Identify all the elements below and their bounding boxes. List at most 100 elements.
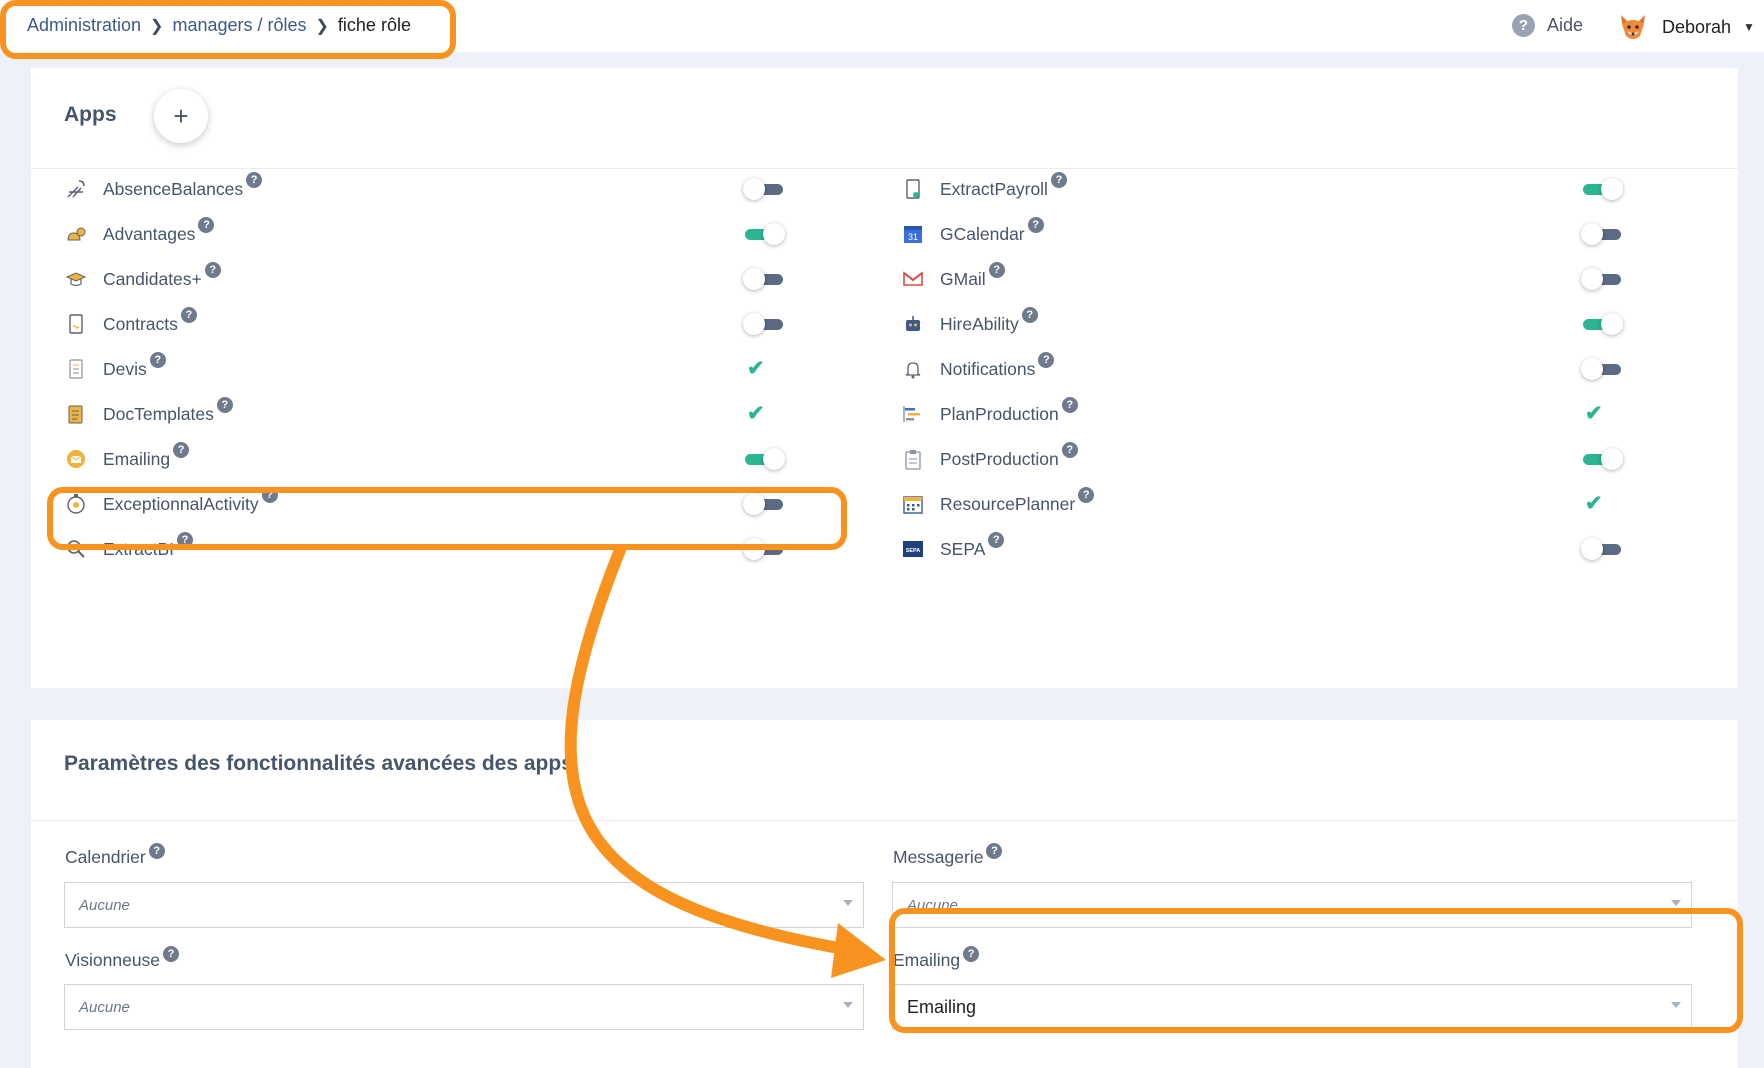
toggle-candidates[interactable] [743, 266, 785, 292]
app-name: PlanProduction [940, 403, 1059, 424]
messagerie-select[interactable]: Aucune [892, 882, 1692, 928]
app-name: DocTemplates [103, 403, 214, 424]
fox-avatar-icon [1621, 15, 1645, 39]
gmail-icon [902, 268, 924, 290]
help-icon[interactable]: ? [177, 532, 193, 548]
toggle-knob [1581, 223, 1603, 245]
help-link[interactable]: ? Aide [1512, 14, 1583, 37]
chevron-down-icon [1671, 1002, 1681, 1008]
top-bar: Administration ❯ managers / rôles ❯ fich… [0, 0, 1764, 52]
help-icon[interactable]: ? [1061, 397, 1078, 413]
payroll-document-icon [902, 178, 924, 200]
help-icon[interactable]: ? [963, 946, 980, 962]
app-row-absencebalances: AbsenceBalances? [65, 169, 263, 209]
help-icon[interactable]: ? [986, 843, 1003, 859]
app-name: AbsenceBalances [103, 178, 244, 199]
help-icon[interactable]: ? [246, 172, 263, 188]
stopwatch-icon [65, 493, 87, 515]
app-name: Contracts [103, 313, 178, 334]
toggle-sepa[interactable] [1581, 536, 1623, 562]
field-label-emailing: Emailing? [893, 946, 980, 971]
svg-text:SEPA: SEPA [906, 548, 921, 554]
toggle-knob [1581, 358, 1603, 380]
app-row-hireability: HireAbility? [902, 304, 1038, 344]
help-icon[interactable]: ? [261, 487, 278, 503]
help-icon[interactable]: ? [149, 352, 166, 368]
app-name: ExtractBI [103, 538, 174, 559]
app-name: Advantages [103, 223, 196, 244]
gantt-chart-icon [902, 403, 924, 425]
doc-templates-icon [65, 403, 87, 425]
app-settings-title: Paramètres des fonctionnalités avancées … [64, 752, 573, 775]
app-row-sepa: SEPA SEPA? [902, 529, 1005, 569]
sepa-logo-icon: SEPA [902, 538, 924, 560]
help-icon[interactable]: ? [1038, 352, 1055, 368]
app-row-planproduction: PlanProduction? [902, 394, 1078, 434]
app-row-doctemplates: DocTemplates? [65, 394, 233, 434]
toggle-hireability[interactable] [1581, 311, 1623, 337]
help-icon[interactable]: ? [1021, 307, 1038, 323]
app-row-advantages: Advantages? [65, 214, 215, 254]
quote-document-icon [65, 358, 87, 380]
app-settings-card: Paramètres des fonctionnalités avancées … [31, 720, 1738, 1068]
app-row-postproduction: PostProduction? [902, 439, 1078, 479]
toggle-notifications[interactable] [1581, 356, 1623, 382]
emailing-select[interactable]: Emailing [892, 984, 1692, 1030]
app-name: GCalendar [940, 223, 1025, 244]
select-value: Emailing [907, 996, 977, 1017]
toggle-knob [1601, 313, 1623, 335]
email-circle-icon [65, 448, 87, 470]
toggle-knob [763, 448, 785, 470]
breadcrumb-administration[interactable]: Administration [27, 15, 141, 36]
app-name: Candidates+ [103, 268, 202, 289]
google-calendar-icon: 31 [902, 223, 924, 245]
toggle-knob [743, 178, 765, 200]
toggle-contracts[interactable] [743, 311, 785, 337]
app-name: ExceptionnalActivity [103, 493, 259, 514]
toggle-knob [743, 493, 765, 515]
help-icon[interactable]: ? [1061, 442, 1078, 458]
toggle-knob [743, 313, 765, 335]
toggle-postproduction[interactable] [1581, 446, 1623, 472]
toggle-extractbi[interactable] [743, 536, 785, 562]
toggle-gcalendar[interactable] [1581, 221, 1623, 247]
help-icon: ? [1512, 14, 1535, 37]
help-icon[interactable]: ? [163, 946, 180, 962]
calendrier-select[interactable]: Aucune [64, 882, 864, 928]
help-icon[interactable]: ? [216, 397, 233, 413]
beach-chair-icon [65, 178, 87, 200]
toggle-gmail[interactable] [1581, 266, 1623, 292]
toggle-advantages[interactable] [743, 221, 785, 247]
toggle-absencebalances[interactable] [743, 176, 785, 202]
app-row-resourceplanner: ResourcePlanner? [902, 484, 1095, 524]
toggle-exceptionnalactivity[interactable] [743, 491, 785, 517]
help-icon[interactable]: ? [988, 262, 1005, 278]
help-icon[interactable]: ? [173, 442, 190, 458]
toggle-knob [1581, 538, 1603, 560]
toggle-extractpayroll[interactable] [1581, 176, 1623, 202]
chevron-down-icon [1671, 900, 1681, 906]
visionneuse-select[interactable]: Aucune [64, 984, 864, 1030]
help-icon[interactable]: ? [204, 262, 221, 278]
breadcrumb-managers-roles[interactable]: managers / rôles [172, 15, 306, 36]
help-icon[interactable]: ? [1027, 217, 1044, 233]
coin-bag-icon [65, 223, 87, 245]
app-name: SEPA [940, 538, 986, 559]
toggle-emailing[interactable] [743, 446, 785, 472]
chevron-down-icon [843, 900, 853, 906]
help-icon[interactable]: ? [988, 532, 1005, 548]
user-menu[interactable]: Deborah ▼ [1618, 12, 1755, 42]
check-icon: ✔ [747, 357, 765, 380]
toggle-knob [1601, 178, 1623, 200]
help-icon[interactable]: ? [198, 217, 215, 233]
add-app-button[interactable]: + [154, 89, 208, 143]
svg-text:31: 31 [908, 232, 918, 242]
help-icon[interactable]: ? [1050, 172, 1067, 188]
help-icon[interactable]: ? [180, 307, 197, 323]
app-name: Devis [103, 358, 147, 379]
toggle-knob [763, 223, 785, 245]
graduation-cap-icon [65, 268, 87, 290]
app-name: ResourcePlanner [940, 493, 1076, 514]
help-icon[interactable]: ? [148, 843, 165, 859]
help-icon[interactable]: ? [1078, 487, 1095, 503]
